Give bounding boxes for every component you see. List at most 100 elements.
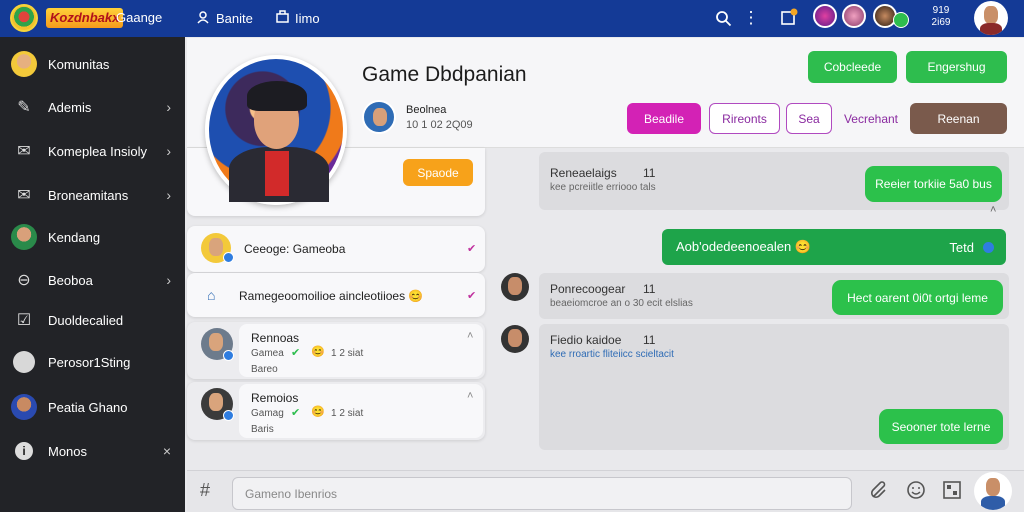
avatar-icon <box>10 348 38 376</box>
message-title: Reneaelaigs <box>550 166 617 180</box>
message-sub: kee rroartic fliteiicc scieltacit <box>550 349 674 360</box>
sidebar-item-komunitas[interactable]: Komunitas <box>0 44 185 84</box>
sidebar-item-label: Kendang <box>48 229 101 245</box>
chevron-up-icon[interactable]: ˄ <box>990 204 996 216</box>
close-icon[interactable]: × <box>163 443 171 459</box>
nav-link-iimo[interactable]: Iimo <box>276 10 320 26</box>
sidebar-item-perosor[interactable]: Perosor1Sting <box>0 342 185 382</box>
highlight-message[interactable]: Aob'odedeenoealen 😊 Tetd <box>662 229 1006 265</box>
message-title: Fiedio kaidoe <box>550 333 622 347</box>
info-icon: i <box>10 437 38 465</box>
more-vertical-icon[interactable]: ⋮ <box>743 7 760 29</box>
message-bubble: Hect oarent 0i0t ortgi leme <box>832 280 1003 315</box>
card-meta: Gamag <box>251 408 284 419</box>
message-count: 11 <box>643 282 656 296</box>
sidebar-item-komeplea[interactable]: ✉ Komeplea Insioly › <box>0 131 185 171</box>
beadile-button[interactable]: Beadile <box>627 103 701 134</box>
logo-text[interactable]: Kozdnbakx <box>46 8 124 28</box>
top-bar: Kozdnbakx Gaange Banite Iimo ⋮ 919 2i69 <box>0 0 1024 37</box>
sidebar-item-beoboa[interactable]: ⊖ Beoboa › <box>0 260 185 300</box>
cobcleede-button[interactable]: Cobcleede <box>808 51 897 83</box>
spaode-button[interactable]: Spaode <box>403 159 473 186</box>
emoji-icon[interactable] <box>906 480 926 505</box>
message-sub: kee pcreiitle erriooo tals <box>550 182 656 193</box>
sidebar-item-label: Beoboa <box>48 272 93 288</box>
verified-icon <box>223 350 234 361</box>
author-name[interactable]: Beolnea <box>406 104 446 116</box>
sidebar-item-label: Perosor1Sting <box>48 354 131 370</box>
message-title: Ponrecoogear <box>550 282 626 296</box>
avatar[interactable] <box>501 325 529 353</box>
rireonts-button[interactable]: Rireonts <box>709 103 780 134</box>
gallery-icon[interactable] <box>942 480 962 505</box>
chevron-right-icon: › <box>166 99 171 115</box>
chevron-up-icon[interactable]: ˄ <box>467 330 473 342</box>
verified-icon <box>223 410 234 421</box>
notification-icon[interactable] <box>778 6 800 28</box>
nav-label: Banite <box>216 11 253 26</box>
building-icon: ⌂ <box>207 287 216 303</box>
chevron-right-icon: › <box>166 143 171 159</box>
sidebar-item-broneamitans[interactable]: ✉ Broneamitans › <box>0 175 185 215</box>
engershug-button[interactable]: Engershug <box>906 51 1007 83</box>
card-title: Remoios <box>251 391 299 405</box>
inbox-icon: ✉ <box>17 187 31 204</box>
verified-icon <box>983 241 994 253</box>
sidebar-item-peatia[interactable]: Peatia Ghano <box>0 387 185 427</box>
sidebar-item-kendang[interactable]: Kendang <box>0 217 185 257</box>
message-input[interactable]: Gameno Ibenrios <box>232 477 852 510</box>
chevron-up-icon[interactable]: ˄ <box>467 390 473 402</box>
check-icon: ✔ <box>291 407 301 419</box>
vecrehant-button[interactable]: Vecrehant <box>840 103 902 134</box>
game-hero-image <box>205 55 347 205</box>
card-sub: Baris <box>251 424 274 435</box>
logo-icon[interactable] <box>10 4 38 32</box>
highlight-right: Tetd <box>949 239 974 255</box>
card-stat: 1 2 siat <box>331 408 364 419</box>
attach-icon[interactable] <box>870 480 890 505</box>
sidebar-item-label: Monos <box>48 443 88 459</box>
list-item[interactable]: Ceeoge: Gameoba ✔ <box>187 226 485 272</box>
avatar-icon <box>10 50 38 78</box>
composer-avatar[interactable] <box>974 472 1012 510</box>
sea-button[interactable]: Sea <box>786 103 832 134</box>
friend-avatar[interactable] <box>842 4 866 28</box>
check-icon: ✔ <box>291 347 301 359</box>
reenan-button[interactable]: Reenan <box>910 103 1007 134</box>
list-item[interactable]: ⌂ Ramegeoomoilioe aincleotiioes 😊 ✔ <box>187 273 485 317</box>
status-bottom: 2i69 <box>931 17 951 28</box>
card-stat: 1 2 siat <box>331 348 364 359</box>
user-icon <box>196 10 210 27</box>
sidebar: Komunitas ✎ Ademis › ✉ Komeplea Insioly … <box>0 37 185 512</box>
card-sub: Bareo <box>251 364 278 375</box>
hashtag-icon[interactable]: # <box>200 480 210 501</box>
pencil-icon: ✎ <box>17 99 31 116</box>
status-top: 919 <box>932 5 950 16</box>
author-avatar[interactable] <box>362 100 396 134</box>
verified-icon <box>223 252 234 263</box>
message-sub: beaeiomcroe an o 30 ecit elslias <box>550 298 693 309</box>
nav-link-gaange[interactable]: Gaange <box>116 10 162 25</box>
sidebar-item-label: Duoldecalied <box>48 312 124 328</box>
mail-icon: ✉ <box>17 143 31 160</box>
avatar-icon <box>10 393 38 421</box>
search-icon[interactable] <box>712 7 734 29</box>
sidebar-item-label: Broneamitans <box>48 187 129 203</box>
avatar[interactable] <box>501 273 529 301</box>
sidebar-item-ademis[interactable]: ✎ Ademis › <box>0 87 185 127</box>
list-item[interactable]: Remoios Gamag ✔ 😊 1 2 siat Baris ˄ <box>187 382 485 440</box>
message-count: 11 <box>643 333 656 347</box>
emoji-icon: 😊 <box>311 346 325 358</box>
sidebar-item-duoldecalied[interactable]: ☑ Duoldecalied <box>0 300 185 340</box>
list-item-text: Ceeoge: Gameoba <box>244 242 346 256</box>
user-avatar[interactable] <box>974 1 1008 35</box>
nav-link-banite[interactable]: Banite <box>196 10 253 27</box>
card-title: Rennoas <box>251 331 300 345</box>
message-bubble: Seooner tote lerne <box>879 409 1003 444</box>
chevron-right-icon: › <box>166 272 171 288</box>
sidebar-item-monos[interactable]: i Monos × <box>0 431 185 471</box>
page-title: Game Dbdpanian <box>362 63 527 86</box>
friend-avatar[interactable] <box>813 4 837 28</box>
list-item[interactable]: Rennoas Gamea ✔ 😊 1 2 siat Bareo ˄ <box>187 322 485 379</box>
check-icon: ✔ <box>467 243 477 255</box>
